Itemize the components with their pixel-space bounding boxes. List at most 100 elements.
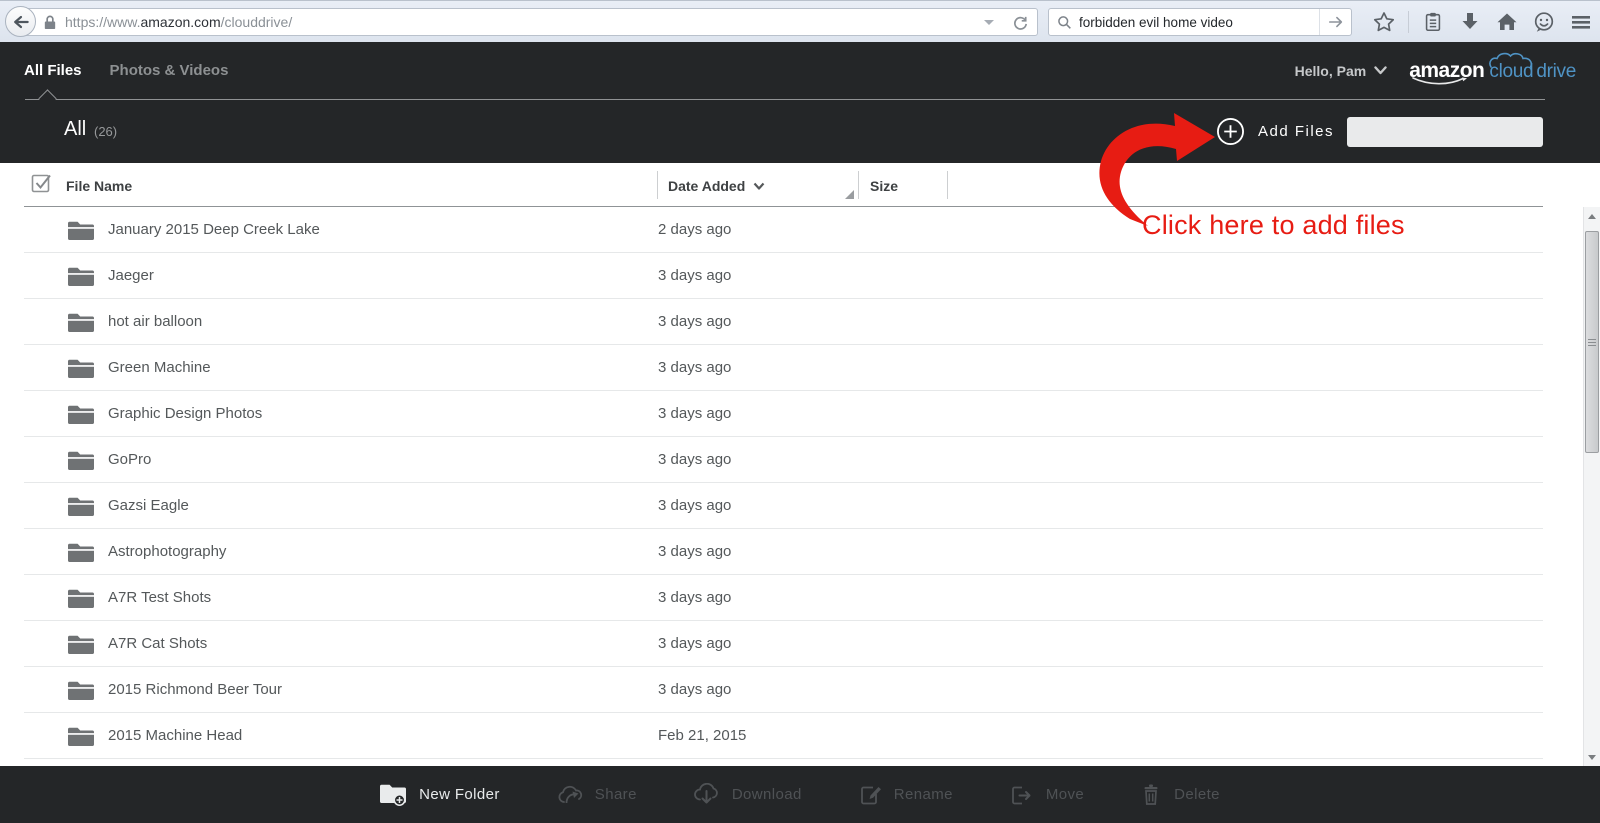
file-row[interactable]: GoPro 3 days ago <box>24 437 1543 483</box>
select-all-checkbox[interactable] <box>31 172 53 199</box>
folder-icon <box>68 312 94 332</box>
file-date-added: 3 days ago <box>658 497 732 514</box>
file-name[interactable]: Jaeger <box>108 267 154 284</box>
drive-search-box[interactable] <box>1347 117 1543 147</box>
file-row[interactable]: Graphic Design Photos 3 days ago <box>24 391 1543 437</box>
downloads-icon <box>1462 13 1478 29</box>
account-menu[interactable]: Hello, Pam <box>1295 63 1388 79</box>
folder-icon <box>68 726 94 746</box>
column-divider <box>858 171 859 199</box>
file-name[interactable]: Astrophotography <box>108 543 226 560</box>
browser-menu-button[interactable] <box>1568 9 1594 35</box>
lock-icon <box>44 15 56 30</box>
bookmarks-icon <box>1425 12 1441 32</box>
column-resize-handle[interactable] <box>845 190 854 199</box>
scroll-down-button[interactable] <box>1584 749 1600 765</box>
column-divider <box>657 171 658 199</box>
go-arrow-icon <box>1328 16 1342 28</box>
file-date-added: 3 days ago <box>658 543 732 560</box>
file-name[interactable]: hot air balloon <box>108 313 202 330</box>
browser-search-input[interactable] <box>1079 14 1312 30</box>
file-name[interactable]: Graphic Design Photos <box>108 405 262 422</box>
scrollbar-thumb[interactable] <box>1585 231 1599 453</box>
account-zone: Hello, Pam amazon cloud drive <box>1295 42 1576 99</box>
add-files-label: Add Files <box>1258 123 1335 140</box>
browser-search-bar[interactable] <box>1048 8 1352 36</box>
menu-icon <box>1572 16 1590 29</box>
folder-icon <box>68 680 94 700</box>
file-row[interactable]: Gazsi Eagle 3 days ago <box>24 483 1543 529</box>
new-folder-icon <box>380 784 407 806</box>
scrollbar[interactable] <box>1583 207 1600 766</box>
url-path: /clouddrive/ <box>220 14 293 30</box>
file-name[interactable]: GoPro <box>108 451 151 468</box>
search-go-button[interactable] <box>1319 9 1351 35</box>
file-date-added: 3 days ago <box>658 405 732 422</box>
annotation-text: Click here to add files <box>1142 210 1405 240</box>
file-name[interactable]: 2015 Machine Head <box>108 727 242 744</box>
delete-button[interactable]: Delete <box>1140 783 1220 806</box>
file-row[interactable]: Jaeger 3 days ago <box>24 253 1543 299</box>
hello-smiley-icon <box>1534 12 1554 32</box>
file-list: January 2015 Deep Creek Lake 2 days ago … <box>0 207 1600 760</box>
column-header-date-added[interactable]: Date Added <box>668 178 765 194</box>
url-prefix: https://www. <box>65 14 141 30</box>
hello-chat-button[interactable] <box>1531 9 1557 35</box>
file-row[interactable]: hot air balloon 3 days ago <box>24 299 1543 345</box>
folder-icon <box>68 542 94 562</box>
amazon-cloud-drive-logo: amazon cloud drive <box>1409 52 1576 84</box>
file-row[interactable]: 2015 Richmond Beer Tour 3 days ago <box>24 667 1543 713</box>
rename-button[interactable]: Rename <box>858 783 953 806</box>
column-header-file-name[interactable]: File Name <box>66 178 132 194</box>
file-row[interactable]: Astrophotography 3 days ago <box>24 529 1543 575</box>
cloud-outline-icon <box>1489 52 1533 68</box>
url-bar[interactable]: https://www.amazon.com/clouddrive/ <box>16 8 1038 36</box>
column-header-size[interactable]: Size <box>870 178 898 194</box>
file-name[interactable]: Gazsi Eagle <box>108 497 189 514</box>
file-name[interactable]: Green Machine <box>108 359 211 376</box>
home-icon <box>1497 13 1517 30</box>
file-name[interactable]: January 2015 Deep Creek Lake <box>108 221 320 238</box>
file-name[interactable]: A7R Cat Shots <box>108 635 207 652</box>
share-button[interactable]: Share <box>556 783 637 806</box>
file-name[interactable]: A7R Test Shots <box>108 589 211 606</box>
file-date-added: Feb 21, 2015 <box>658 727 747 744</box>
tab-photos-videos[interactable]: Photos & Videos <box>110 62 229 79</box>
back-button[interactable] <box>5 6 36 37</box>
move-button[interactable]: Move <box>1009 783 1084 806</box>
bookmarks-menu-button[interactable] <box>1420 9 1446 35</box>
new-folder-button[interactable]: New Folder <box>380 783 500 806</box>
greeting-label: Hello, Pam <box>1294 62 1367 79</box>
file-name[interactable]: 2015 Richmond Beer Tour <box>108 681 282 698</box>
amazon-cloud-drive-screen: https://www.amazon.com/clouddrive/ forbi… <box>0 0 1600 823</box>
item-count: (26) <box>94 124 118 139</box>
checkbox-check-icon <box>31 174 51 193</box>
url-dropdown-icon[interactable] <box>984 19 994 25</box>
folder-icon <box>68 220 94 240</box>
delete-icon <box>1144 784 1158 805</box>
reload-icon[interactable] <box>1012 14 1029 31</box>
file-date-added: 3 days ago <box>658 267 732 284</box>
file-row[interactable]: A7R Cat Shots 3 days ago <box>24 621 1543 667</box>
folder-icon <box>68 496 94 516</box>
url-domain: amazon.com <box>140 14 221 30</box>
logo-drive-text: drive <box>1536 60 1576 82</box>
drive-search-input[interactable] <box>1357 124 1538 140</box>
downloads-button[interactable] <box>1457 9 1483 35</box>
view-filter-label[interactable]: All <box>64 118 86 141</box>
add-files-button[interactable]: Add Files <box>1216 117 1334 146</box>
home-button[interactable] <box>1494 9 1520 35</box>
file-date-added: 3 days ago <box>658 635 732 652</box>
share-icon <box>558 785 582 804</box>
file-row[interactable]: 2015 Machine Head Feb 21, 2015 <box>24 713 1543 759</box>
folder-icon <box>68 588 94 608</box>
table-header: File Name Date Added Size <box>0 163 1600 207</box>
scroll-up-button[interactable] <box>1584 208 1600 224</box>
file-row[interactable]: A7R Test Shots 3 days ago <box>24 575 1543 621</box>
action-bar: New Folder Share Download Rename Move De… <box>0 766 1600 823</box>
download-button[interactable]: Download <box>693 783 802 806</box>
file-date-added: 2 days ago <box>658 221 732 238</box>
bookmark-star-button[interactable] <box>1371 9 1397 35</box>
tab-all-files[interactable]: All Files <box>24 62 82 79</box>
file-row[interactable]: Green Machine 3 days ago <box>24 345 1543 391</box>
